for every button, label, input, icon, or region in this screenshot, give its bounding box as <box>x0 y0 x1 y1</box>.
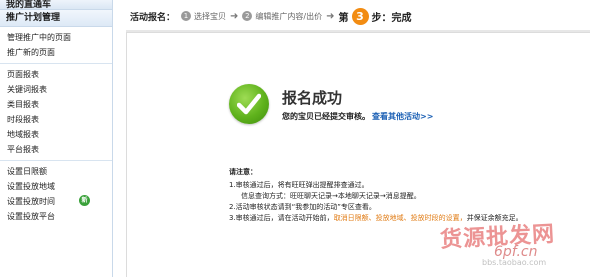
success-message: 您的宝贝已经提交审核。 查看其他活动>> <box>282 111 433 122</box>
sidebar-group-pages: 管理推广中的页面 推广新的页面 <box>0 27 112 64</box>
new-badge: 新 <box>79 195 90 206</box>
sidebar-section-header[interactable]: 推广计划管理 <box>0 10 112 27</box>
notice-line-1: 1.审核通过后，将有旺旺弹出提醒排查通过。 <box>229 181 369 189</box>
notice-title: 请注意： <box>229 168 257 176</box>
sidebar-item-time-setting[interactable]: 设置投放时间 新 <box>0 194 112 209</box>
sidebar-item-manage-pages[interactable]: 管理推广中的页面 <box>0 30 112 45</box>
notice-line-1b: 信息查询方式：旺旺聊天记录→本地聊天记录→消息提醒。 <box>241 192 421 200</box>
steps-title: 活动报名： <box>130 12 176 23</box>
sidebar-item-new-page[interactable]: 推广新的页面 <box>0 45 112 60</box>
step3-number: 3 <box>351 7 369 25</box>
sidebar-item-category-report[interactable]: 类目报表 <box>0 97 112 112</box>
step1-label: 选择宝贝 <box>194 11 227 21</box>
sidebar-group-settings: 设置日限额 设置投放地域 设置投放时间 新 设置投放平台 <box>0 161 112 227</box>
sidebar-top-header[interactable]: 我的直通车 <box>0 0 112 10</box>
sidebar: 我的直通车 推广计划管理 管理推广中的页面 推广新的页面 页面报表 关键词报表 … <box>0 0 113 277</box>
sidebar-item-daily-limit[interactable]: 设置日限额 <box>0 164 112 179</box>
sidebar-item-page-report[interactable]: 页面报表 <box>0 67 112 82</box>
notice-line-2: 2.活动审核状态请到“我参加的活动”专区查看。 <box>229 203 376 211</box>
success-title: 报名成功 <box>282 89 343 107</box>
step3-prefix: 第 <box>338 12 349 24</box>
sidebar-item-region-report[interactable]: 地域报表 <box>0 127 112 142</box>
sidebar-item-platform-report[interactable]: 平台报表 <box>0 142 112 157</box>
arrow-right-icon: ➜ <box>230 10 239 22</box>
sidebar-item-platform-setting[interactable]: 设置投放平台 <box>0 209 112 224</box>
notice-section: 请注意： 1.审核通过后，将有旺旺弹出提醒排查通过。 信息查询方式：旺旺聊天记录… <box>229 167 584 224</box>
sidebar-item-time-setting-label: 设置投放时间 <box>7 197 55 206</box>
sidebar-item-region-setting[interactable]: 设置投放地域 <box>0 179 112 194</box>
sidebar-group-reports: 页面报表 关键词报表 类目报表 时段报表 地域报表 平台报表 <box>0 64 112 161</box>
arrow-right-icon: ➜ <box>326 10 335 22</box>
step2-number: 2 <box>242 11 253 21</box>
watermark-sub: bbs.taobao.com <box>482 258 547 267</box>
view-other-activities-link[interactable]: 查看其他活动>> <box>372 112 433 121</box>
step2-label: 编辑推广内容/出价 <box>255 11 323 21</box>
success-subtitle: 您的宝贝已经提交审核。 <box>282 112 370 121</box>
notice-line-3-pre: 3.审核通过后，请在活动开始前， <box>229 214 334 222</box>
progress-steps: 活动报名： 1 选择宝贝 ➜ 2 编辑推广内容/出价 ➜ 第 3 步：完成 <box>130 7 412 25</box>
step3-label: 步：完成 <box>371 12 412 24</box>
success-check-icon <box>229 84 269 124</box>
sidebar-top-label: 我的直通车 <box>6 0 52 10</box>
sidebar-item-time-report[interactable]: 时段报表 <box>0 112 112 127</box>
step1-number: 1 <box>181 11 192 21</box>
sidebar-item-keyword-report[interactable]: 关键词报表 <box>0 82 112 97</box>
